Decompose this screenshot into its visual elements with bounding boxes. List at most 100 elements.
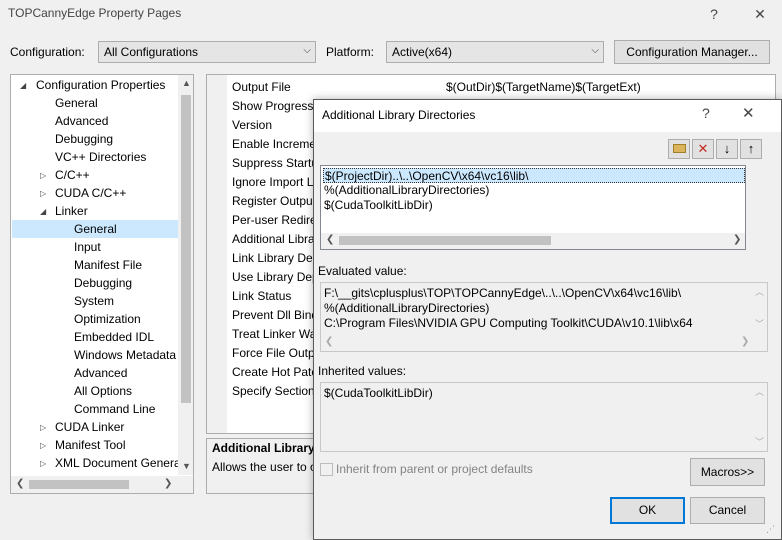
help-button[interactable]: ? <box>694 0 734 28</box>
scroll-up-icon: ︿ <box>755 287 765 297</box>
platform-label: Platform: <box>326 45 375 59</box>
new-line-button[interactable] <box>668 139 690 159</box>
tree-horizontal-scrollbar[interactable]: ❮ ❯ <box>11 476 193 493</box>
dialog-close-button[interactable]: ✕ <box>742 104 755 122</box>
scroll-down-icon: ﹀ <box>755 437 765 447</box>
list-item[interactable]: $(CudaToolkitLibDir) <box>324 198 433 213</box>
expanded-arrow-icon[interactable]: ◢ <box>40 207 46 216</box>
tree-item-configuration-properties[interactable]: Configuration Properties <box>36 76 165 94</box>
grid-row-additional-library[interactable]: Additional Libra <box>232 230 314 249</box>
grid-row-show-progress[interactable]: Show Progress <box>232 97 314 116</box>
evaluated-line: F:\__gits\cplusplus\TOP\TOPCannyEdge\..\… <box>324 286 682 300</box>
macros-button[interactable]: Macros>> <box>690 458 765 486</box>
tree-item-cuda-c-cpp[interactable]: CUDA C/C++ <box>55 184 126 202</box>
configuration-label: Configuration: <box>10 45 85 59</box>
cancel-button[interactable]: Cancel <box>690 497 765 524</box>
scroll-right-icon[interactable]: ❯ <box>733 234 741 245</box>
tree-item-linker-general[interactable]: General <box>12 220 178 238</box>
arrow-up-icon: ↑ <box>747 141 755 156</box>
dialog-title: Additional Library Directories <box>322 108 476 122</box>
tree-item-system[interactable]: System <box>74 292 114 310</box>
grid-row-output-file[interactable]: Output File <box>232 78 314 97</box>
scroll-left-icon: ❮ <box>325 336 334 347</box>
grid-row-specify-section[interactable]: Specify Section <box>232 382 314 401</box>
grid-row-version[interactable]: Version <box>232 116 314 135</box>
scroll-down-icon[interactable]: ▼ <box>182 461 191 471</box>
evaluated-value-box[interactable]: F:\__gits\cplusplus\TOP\TOPCannyEdge\..\… <box>320 282 768 352</box>
platform-dropdown[interactable]: Active(x64) ⌵ <box>386 41 604 63</box>
tree-item-windows-metadata[interactable]: Windows Metadata <box>74 346 178 364</box>
grid-row-link-status[interactable]: Link Status <box>232 287 314 306</box>
chevron-down-icon: ⌵ <box>303 45 311 56</box>
tree-horizontal-scroll-thumb[interactable] <box>29 480 129 489</box>
grid-row-treat-linker-warning[interactable]: Treat Linker Wa <box>232 325 314 344</box>
grid-row-link-library-dep[interactable]: Link Library Dep <box>232 249 314 268</box>
list-horizontal-scrollbar[interactable]: ❮ ❯ <box>321 233 745 249</box>
description-text: Allows the user to o <box>212 460 317 474</box>
tree-item-optimization[interactable]: Optimization <box>74 310 141 328</box>
grid-row-prevent-dll-binding[interactable]: Prevent Dll Bind <box>232 306 314 325</box>
tree-item-xml-document-generator[interactable]: XML Document Genera <box>55 454 178 472</box>
resize-grip-icon[interactable]: ⋰ <box>766 524 775 535</box>
grid-value-output-file[interactable]: $(OutDir)$(TargetName)$(TargetExt) <box>446 78 641 97</box>
tree-item-manifest-tool[interactable]: Manifest Tool <box>55 436 125 454</box>
list-item[interactable]: $(ProjectDir)..\..\OpenCV\x64\vc16\lib\ <box>323 168 745 183</box>
tree-item-c-cpp[interactable]: C/C++ <box>55 166 90 184</box>
tree-item-general[interactable]: General <box>55 94 98 112</box>
grid-row-force-file-output[interactable]: Force File Outpu <box>232 344 314 363</box>
list-horizontal-scroll-thumb[interactable] <box>339 236 551 245</box>
grid-row-create-hot-patch[interactable]: Create Hot Patc <box>232 363 314 382</box>
collapsed-arrow-icon[interactable]: ▷ <box>40 423 46 432</box>
collapsed-arrow-icon[interactable]: ▷ <box>40 189 46 198</box>
delete-line-button[interactable]: ✕ <box>692 139 714 159</box>
list-item[interactable]: %(AdditionalLibraryDirectories) <box>324 183 489 198</box>
expanded-arrow-icon[interactable]: ◢ <box>20 81 26 90</box>
platform-value: Active(x64) <box>392 45 453 59</box>
window-title: TOPCannyEdge Property Pages <box>8 6 182 20</box>
scroll-right-icon: ❯ <box>741 336 750 347</box>
delete-icon: ✕ <box>697 141 709 156</box>
dialog-help-button[interactable]: ? <box>702 105 710 121</box>
scroll-up-icon[interactable]: ▲ <box>182 78 191 88</box>
grid-row-per-user-redirect[interactable]: Per-user Redire <box>232 211 314 230</box>
grid-row-enable-incremental[interactable]: Enable Increme <box>232 135 314 154</box>
tree-item-manifest-file[interactable]: Manifest File <box>74 256 142 274</box>
close-button[interactable]: ✕ <box>740 0 780 28</box>
collapsed-arrow-icon[interactable]: ▷ <box>40 171 46 180</box>
tree-vertical-scrollbar[interactable]: ▲ ▼ <box>178 75 193 475</box>
property-tree[interactable]: ◢ Configuration Properties General Advan… <box>10 74 194 494</box>
tree-item-all-options[interactable]: All Options <box>74 382 132 400</box>
tree-item-vc-directories[interactable]: VC++ Directories <box>55 148 146 166</box>
grid-row-suppress-startup[interactable]: Suppress Startu <box>232 154 314 173</box>
tree-item-input[interactable]: Input <box>74 238 101 256</box>
tree-vertical-scroll-thumb[interactable] <box>181 95 191 403</box>
tree-item-advanced[interactable]: Advanced <box>55 112 108 130</box>
tree-item-linker-advanced[interactable]: Advanced <box>74 364 127 382</box>
directory-list[interactable]: $(ProjectDir)..\..\OpenCV\x64\vc16\lib\ … <box>320 165 746 250</box>
tree-item-command-line[interactable]: Command Line <box>74 400 155 418</box>
tree-item-debugging[interactable]: Debugging <box>55 130 113 148</box>
scroll-left-icon[interactable]: ❮ <box>16 478 24 489</box>
ok-button[interactable]: OK <box>610 497 685 524</box>
inherited-values-label: Inherited values: <box>318 364 407 378</box>
tree-item-linker-debugging[interactable]: Debugging <box>74 274 132 292</box>
scroll-left-icon[interactable]: ❮ <box>326 234 334 245</box>
collapsed-arrow-icon[interactable]: ▷ <box>40 441 46 450</box>
new-folder-icon <box>672 144 686 153</box>
grid-row-ignore-import[interactable]: Ignore Import L <box>232 173 314 192</box>
inherited-values-box[interactable]: $(CudaToolkitLibDir) ︿ ﹀ <box>320 382 768 452</box>
description-title: Additional Library <box>212 441 315 455</box>
move-up-button[interactable]: ↑ <box>740 139 762 159</box>
evaluated-value-label: Evaluated value: <box>318 264 407 278</box>
scroll-right-icon[interactable]: ❯ <box>164 478 172 489</box>
configuration-dropdown[interactable]: All Configurations ⌵ <box>98 41 316 63</box>
grid-row-register-output[interactable]: Register Output <box>232 192 314 211</box>
move-down-button[interactable]: ↓ <box>716 139 738 159</box>
tree-item-linker[interactable]: Linker <box>55 202 88 220</box>
tree-item-embedded-idl[interactable]: Embedded IDL <box>74 328 154 346</box>
collapsed-arrow-icon[interactable]: ▷ <box>40 459 46 468</box>
configuration-manager-button[interactable]: Configuration Manager... <box>614 40 770 64</box>
tree-item-cuda-linker[interactable]: CUDA Linker <box>55 418 124 436</box>
grid-row-use-library-dep[interactable]: Use Library Dep <box>232 268 314 287</box>
inherit-checkbox[interactable] <box>320 463 333 476</box>
